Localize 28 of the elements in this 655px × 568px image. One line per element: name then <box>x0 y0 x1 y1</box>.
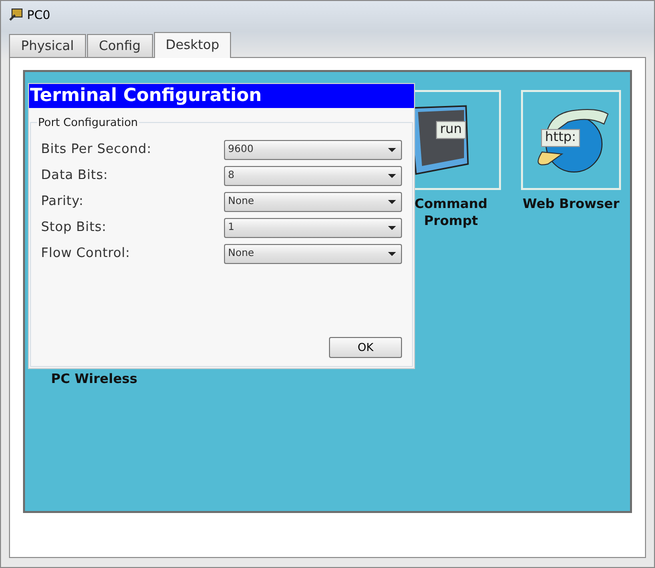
field-label: Bits Per Second: <box>41 142 152 157</box>
tab[interactable]: Physical <box>9 34 86 57</box>
dropdown-caret-icon <box>388 200 396 204</box>
dialog-title: Terminal Configuration <box>29 84 414 108</box>
dropdown-caret-icon <box>388 226 396 230</box>
group-label: Port Configuration <box>37 116 139 129</box>
app-label[interactable]: Web Browser <box>522 196 620 213</box>
field-label: Data Bits: <box>41 168 108 183</box>
ok-button[interactable]: OK <box>329 337 402 358</box>
dropdown[interactable]: 1 <box>224 218 402 238</box>
app-label[interactable]: PC Wireless <box>51 372 138 387</box>
dropdown[interactable]: 9600 <box>224 140 402 160</box>
dropdown[interactable]: 8 <box>224 166 402 186</box>
app-tile[interactable]: http: <box>521 90 621 190</box>
dropdown-caret-icon <box>388 148 396 152</box>
dropdown-caret-icon <box>388 174 396 178</box>
dropdown-caret-icon <box>388 252 396 256</box>
dropdown[interactable]: None <box>224 192 402 212</box>
icon-label: run <box>436 121 466 139</box>
field-label: Flow Control: <box>41 246 130 261</box>
pc-icon <box>9 8 23 22</box>
field-label: Stop Bits: <box>41 220 106 235</box>
dropdown[interactable]: None <box>224 244 402 264</box>
tab[interactable]: Desktop <box>154 32 232 58</box>
field-label: Parity: <box>41 194 84 209</box>
tab[interactable]: Config <box>86 34 153 57</box>
window-title: PC0 <box>27 8 50 22</box>
icon-label: http: <box>541 129 580 147</box>
